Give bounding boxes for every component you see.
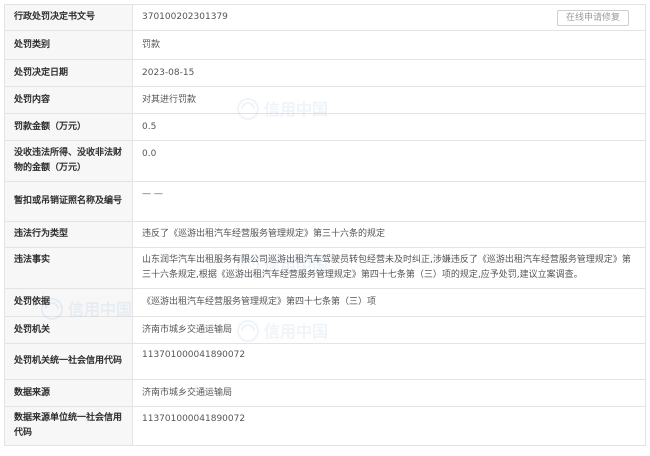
- row-penalty-category: 处罚类别 罚款: [4, 30, 646, 60]
- value-penalty-content: 对其进行罚款: [132, 86, 646, 114]
- label-penalty-category: 处罚类别: [4, 30, 133, 60]
- row-authority-credit-code: 处罚机关统一社会信用代码 113701000041890072: [4, 343, 646, 380]
- label-penalty-authority: 处罚机关: [4, 316, 133, 344]
- label-penalty-content: 处罚内容: [4, 86, 133, 114]
- row-fine-amount: 罚款金额（万元） 0.5: [4, 113, 646, 141]
- value-decision-date: 2023-08-15: [132, 59, 646, 87]
- value-authority-credit-code: 113701000041890072: [132, 343, 646, 380]
- online-repair-button[interactable]: 在线申请修复: [557, 10, 629, 26]
- value-license-revoked: — —: [132, 181, 646, 222]
- value-data-source: 济南市城乡交通运输局: [132, 379, 646, 407]
- label-fine-amount: 罚款金额（万元）: [4, 113, 133, 141]
- label-penalty-basis: 处罚依据: [4, 288, 133, 317]
- value-confiscation-amount: 0.0: [132, 140, 646, 182]
- row-violation-type: 违法行为类型 违反了《巡游出租汽车经营服务管理规定》第三十六条的规定: [4, 221, 646, 248]
- row-data-source: 数据来源 济南市城乡交通运输局: [4, 379, 646, 407]
- label-decision-number: 行政处罚决定书文号: [4, 4, 133, 31]
- value-penalty-category: 罚款: [132, 30, 646, 60]
- value-violation-facts: 山东润华汽车出租服务有限公司巡游出租汽车驾驶员转包经营未及时纠正,涉嫌违反了《巡…: [132, 247, 646, 289]
- label-violation-facts: 违法事实: [4, 247, 133, 289]
- label-violation-type: 违法行为类型: [4, 221, 133, 248]
- value-decision-number-cell: 370100202301379 在线申请修复: [132, 4, 646, 31]
- value-decision-number: 370100202301379: [142, 12, 228, 22]
- value-source-credit-code: 113701000041890072: [132, 406, 646, 446]
- label-data-source: 数据来源: [4, 379, 133, 407]
- value-penalty-authority: 济南市城乡交通运输局: [132, 316, 646, 344]
- label-authority-credit-code: 处罚机关统一社会信用代码: [4, 343, 133, 380]
- label-confiscation-amount: 没收违法所得、没收非法财物的金额（万元）: [4, 140, 133, 182]
- penalty-detail-table: 行政处罚决定书文号 370100202301379 在线申请修复 处罚类别 罚款…: [4, 4, 646, 446]
- label-license-revoked: 暂扣或吊销证照名称及编号: [4, 181, 133, 222]
- row-confiscation-amount: 没收违法所得、没收非法财物的金额（万元） 0.0: [4, 140, 646, 182]
- row-license-revoked: 暂扣或吊销证照名称及编号 — —: [4, 181, 646, 222]
- label-source-credit-code: 数据来源单位统一社会信用代码: [4, 406, 133, 446]
- value-violation-type: 违反了《巡游出租汽车经营服务管理规定》第三十六条的规定: [132, 221, 646, 248]
- row-penalty-content: 处罚内容 对其进行罚款: [4, 86, 646, 114]
- value-penalty-basis: 《巡游出租汽车经营服务管理规定》第四十七条第（三）项: [132, 288, 646, 317]
- row-penalty-authority: 处罚机关 济南市城乡交通运输局: [4, 316, 646, 344]
- row-source-credit-code: 数据来源单位统一社会信用代码 113701000041890072: [4, 406, 646, 446]
- row-decision-date: 处罚决定日期 2023-08-15: [4, 59, 646, 87]
- row-decision-number: 行政处罚决定书文号 370100202301379 在线申请修复: [4, 4, 646, 31]
- value-fine-amount: 0.5: [132, 113, 646, 141]
- label-decision-date: 处罚决定日期: [4, 59, 133, 87]
- row-violation-facts: 违法事实 山东润华汽车出租服务有限公司巡游出租汽车驾驶员转包经营未及时纠正,涉嫌…: [4, 247, 646, 289]
- row-penalty-basis: 处罚依据 《巡游出租汽车经营服务管理规定》第四十七条第（三）项: [4, 288, 646, 317]
